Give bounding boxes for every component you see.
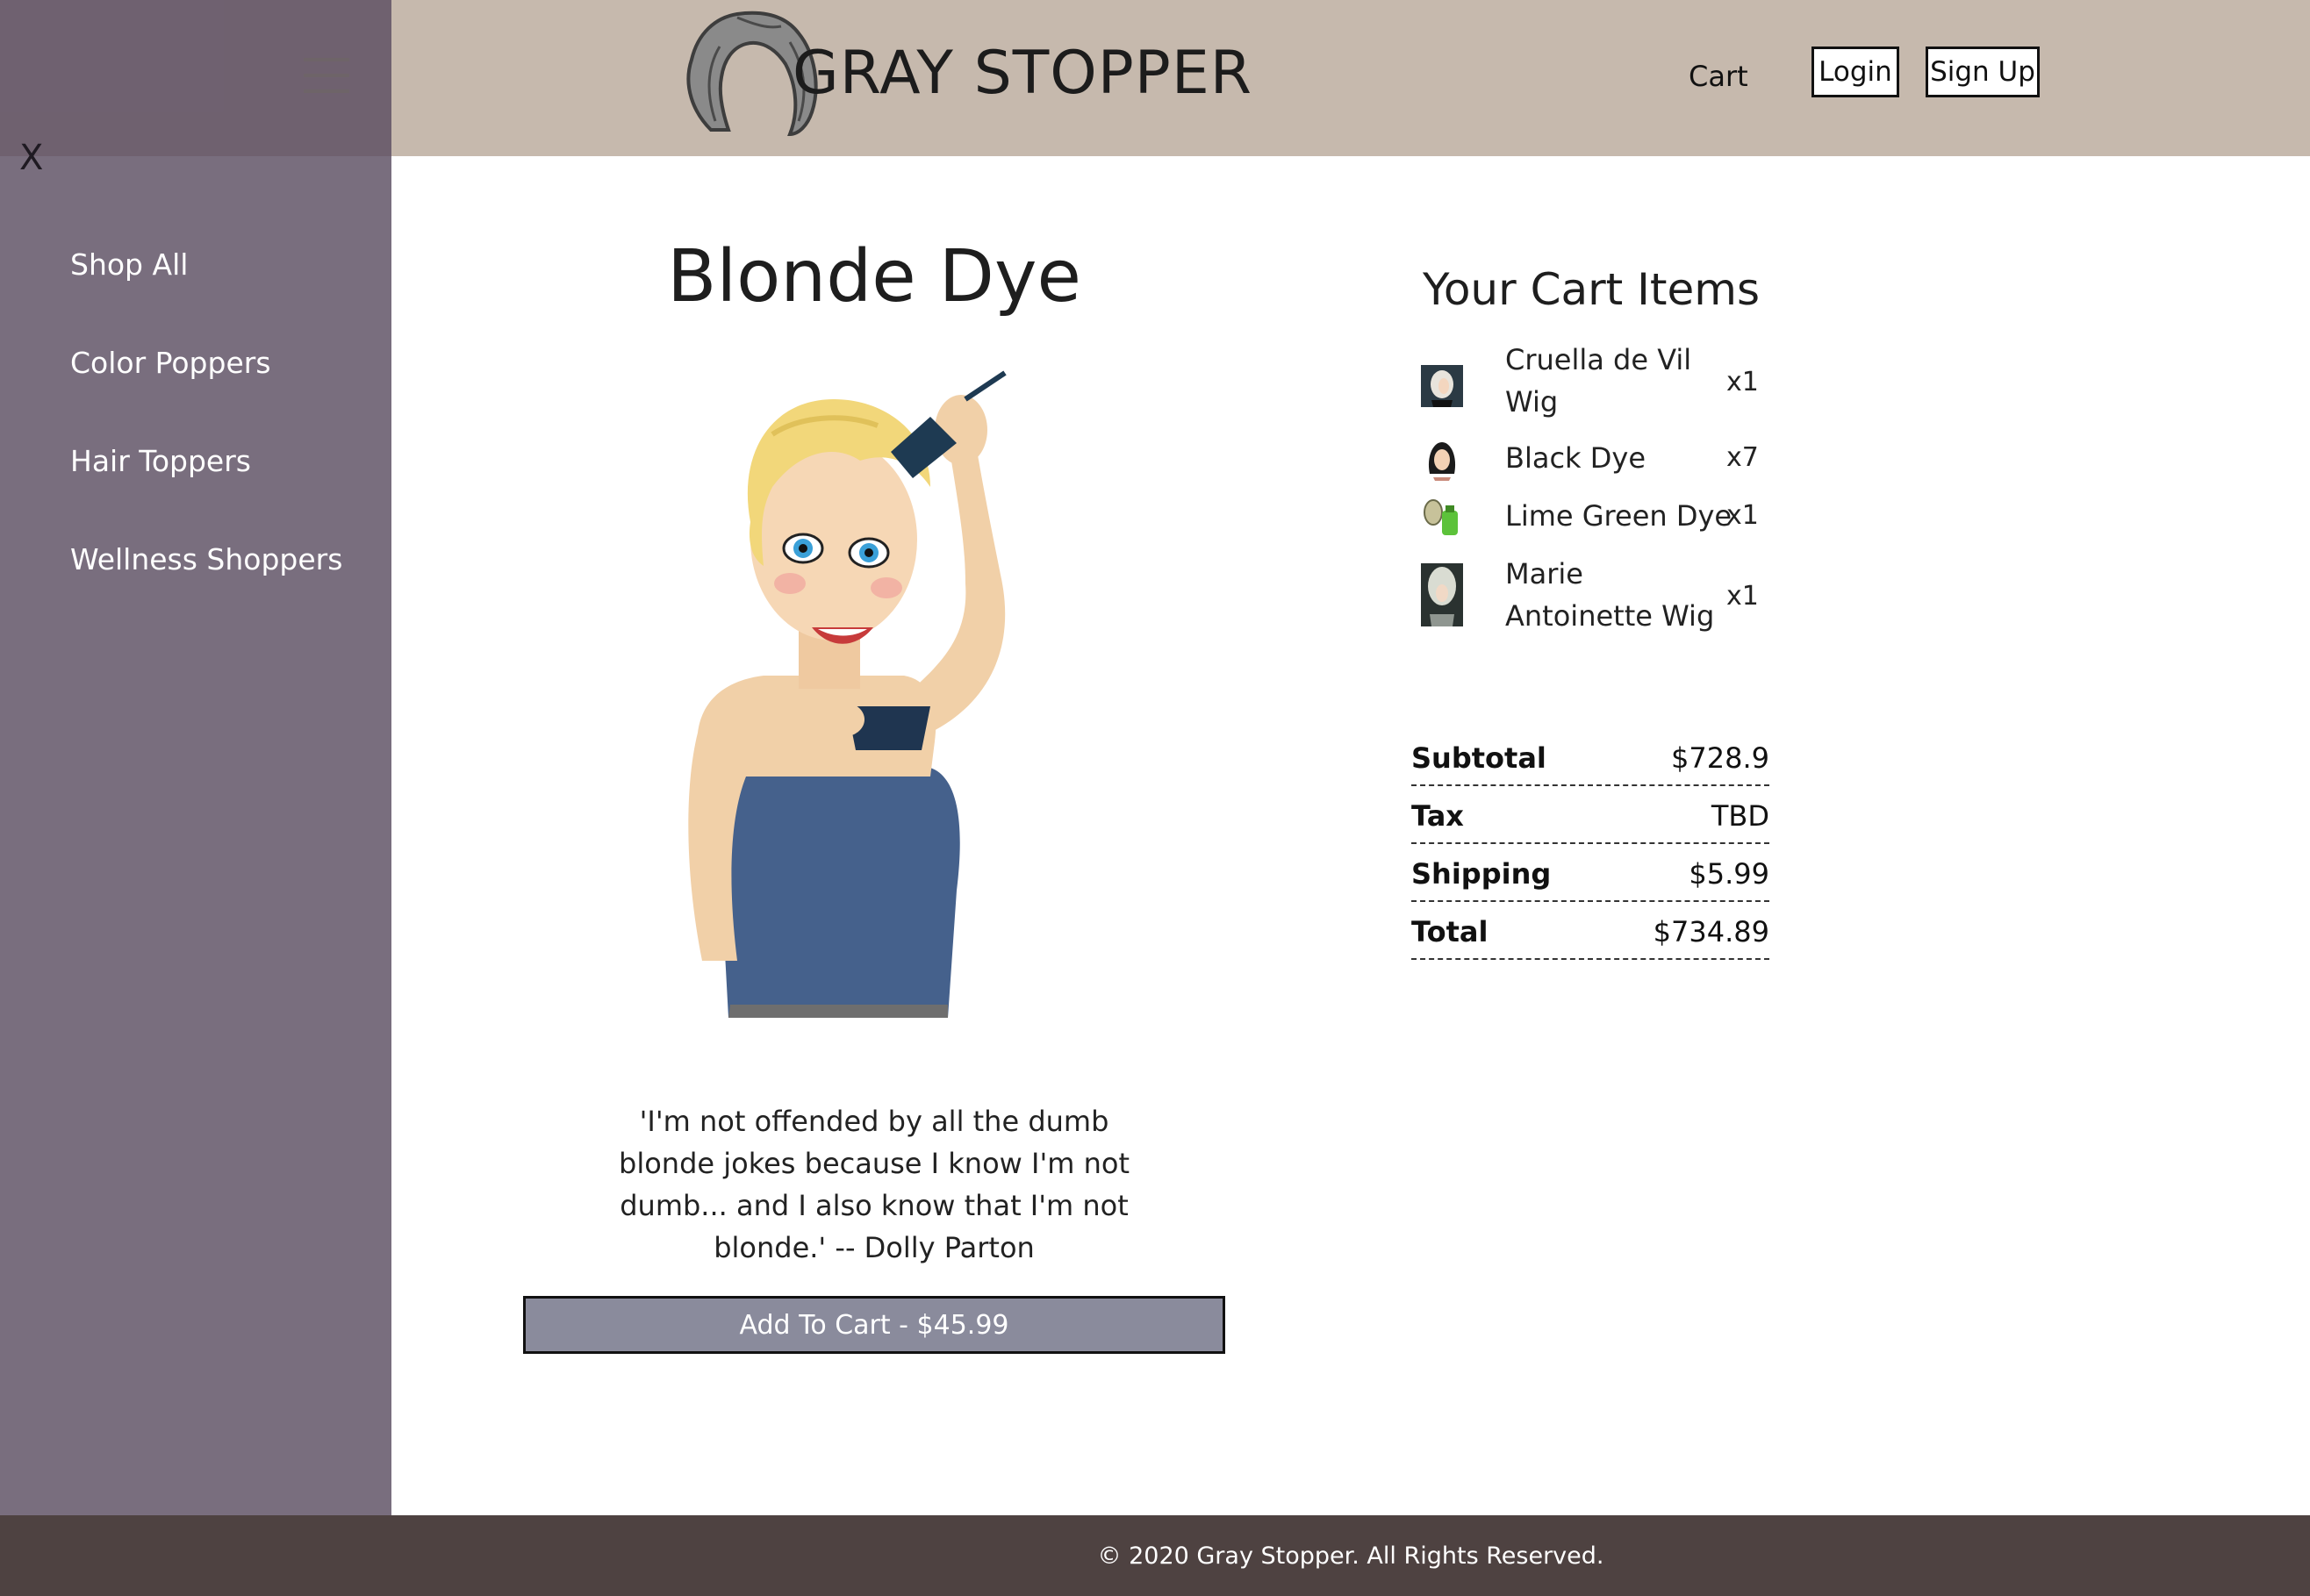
summary-value: $728.9 [1671, 741, 1769, 775]
black-dye-thumbnail [1421, 439, 1463, 481]
summary-tax-row: Tax TBD [1411, 788, 1769, 844]
sidebar-item-wellness-shoppers[interactable]: Wellness Shoppers [70, 542, 342, 576]
product-quote: 'I'm not offended by all the dumb blonde… [619, 1105, 1130, 1264]
cart-item-qty: x1 [1726, 367, 1759, 397]
summary-label: Subtotal [1411, 741, 1546, 775]
summary-label: Total [1411, 915, 1489, 948]
cart-item[interactable]: Cruella de Vil Wig x1 [1417, 339, 1768, 430]
cart-item-qty: x1 [1726, 581, 1759, 612]
sidebar-item-shop-all[interactable]: Shop All [70, 247, 188, 282]
marie-antoinette-wig-thumbnail [1421, 563, 1463, 626]
close-icon[interactable]: X [19, 140, 43, 175]
cart-link[interactable]: Cart [1689, 60, 1748, 93]
cart-item-qty: x1 [1726, 500, 1759, 531]
copyright-text: © 2020 Gray Stopper. All Rights Reserved… [1097, 1542, 1604, 1570]
blonde-woman-dyeing-hair-illustration [688, 370, 1007, 1018]
side-nav: X Shop All Color Poppers Hair Toppers We… [0, 0, 391, 1596]
cruella-wig-thumbnail [1421, 365, 1463, 407]
sidebar-item-color-poppers[interactable]: Color Poppers [70, 346, 271, 380]
signup-button[interactable]: Sign Up [1926, 47, 2040, 97]
cart-item-name: Lime Green Dye [1505, 499, 1732, 533]
cart-title: Your Cart Items [1422, 264, 1761, 315]
hamburger-icon[interactable] [304, 58, 349, 95]
cart-item[interactable]: Marie Antoinette Wig x1 [1417, 553, 1768, 644]
cart-item-name: Black Dye [1505, 441, 1646, 475]
cart-item-qty: x7 [1726, 442, 1759, 473]
product-title: Blonde Dye [667, 235, 1081, 318]
add-to-cart-button[interactable]: Add To Cart - $45.99 [523, 1296, 1225, 1354]
summary-subtotal-row: Subtotal $728.9 [1411, 730, 1769, 786]
cart-item[interactable]: Black Dye x7 [1417, 437, 1768, 481]
summary-shipping-row: Shipping $5.99 [1411, 846, 1769, 902]
cart-item-name: Cruella de Vil Wig [1505, 343, 1692, 419]
cart-item-name: Marie Antoinette Wig [1505, 557, 1715, 633]
summary-value: $5.99 [1689, 857, 1769, 891]
summary-value: $734.89 [1653, 915, 1769, 948]
site-footer: © 2020 Gray Stopper. All Rights Reserved… [0, 1515, 2310, 1596]
login-button[interactable]: Login [1811, 47, 1899, 97]
summary-label: Shipping [1411, 857, 1552, 891]
summary-label: Tax [1411, 799, 1464, 833]
brand-name[interactable]: GRAY STOPPER [793, 44, 1252, 104]
summary-total-row: Total $734.89 [1411, 904, 1769, 960]
cart-item[interactable]: Lime Green Dye x1 [1417, 495, 1768, 539]
summary-value: TBD [1711, 799, 1769, 833]
lime-green-dye-thumbnail [1421, 497, 1463, 539]
sidebar-item-hair-toppers[interactable]: Hair Toppers [70, 444, 251, 478]
